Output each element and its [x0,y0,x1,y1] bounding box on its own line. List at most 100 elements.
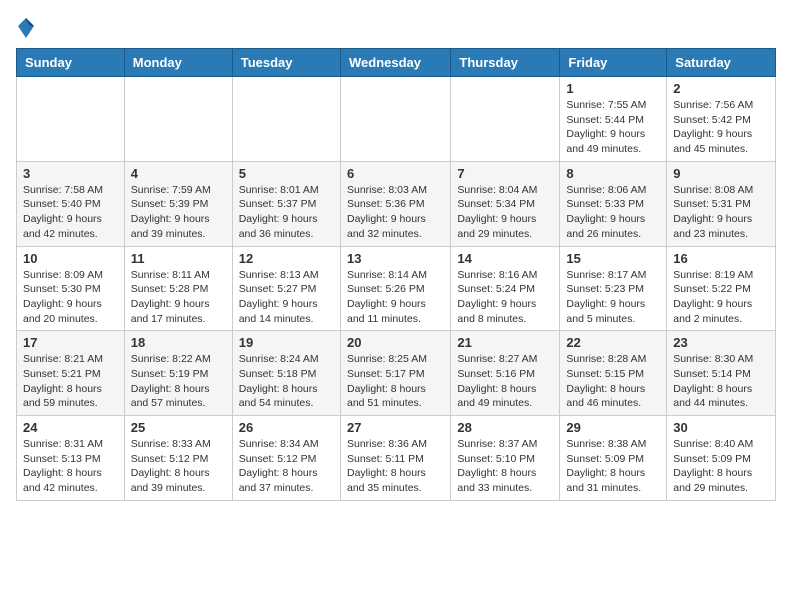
day-info: Sunrise: 7:55 AM Sunset: 5:44 PM Dayligh… [566,98,660,157]
day-number: 12 [239,251,334,266]
calendar-day-cell: 7 Sunrise: 8:04 AM Sunset: 5:34 PM Daylig… [451,161,560,246]
calendar-day-cell: 15Sunrise: 8:17 AM Sunset: 5:23 PM Dayli… [560,246,667,331]
day-info: Sunrise: 8:31 AM Sunset: 5:13 PM Dayligh… [23,437,118,496]
day-number: 2 [673,81,769,96]
calendar-day-cell [17,77,125,162]
day-info: Sunrise: 8:33 AM Sunset: 5:12 PM Dayligh… [131,437,226,496]
day-info: Sunrise: 8:04 AM Sunset: 5:34 PM Dayligh… [457,183,553,242]
calendar-day-cell: 16Sunrise: 8:19 AM Sunset: 5:22 PM Dayli… [667,246,776,331]
calendar-day-cell: 21 Sunrise: 8:27 AM Sunset: 5:16 PM Dayli… [451,331,560,416]
calendar-day-cell: 24Sunrise: 8:31 AM Sunset: 5:13 PM Dayli… [17,416,125,501]
day-number: 13 [347,251,444,266]
day-number: 25 [131,420,226,435]
day-number: 7 [457,166,553,181]
calendar-day-cell: 25 Sunrise: 8:33 AM Sunset: 5:12 PM Dayli… [124,416,232,501]
day-info: Sunrise: 8:08 AM Sunset: 5:31 PM Dayligh… [673,183,769,242]
day-info: Sunrise: 8:38 AM Sunset: 5:09 PM Dayligh… [566,437,660,496]
day-number: 23 [673,335,769,350]
day-number: 19 [239,335,334,350]
day-info: Sunrise: 8:11 AM Sunset: 5:28 PM Dayligh… [131,268,226,327]
calendar-day-cell: 3Sunrise: 7:58 AM Sunset: 5:40 PM Daylig… [17,161,125,246]
day-number: 6 [347,166,444,181]
calendar-day-cell: 28 Sunrise: 8:37 AM Sunset: 5:10 PM Dayli… [451,416,560,501]
day-info: Sunrise: 7:56 AM Sunset: 5:42 PM Dayligh… [673,98,769,157]
day-info: Sunrise: 8:28 AM Sunset: 5:15 PM Dayligh… [566,352,660,411]
day-info: Sunrise: 8:30 AM Sunset: 5:14 PM Dayligh… [673,352,769,411]
day-info: Sunrise: 8:40 AM Sunset: 5:09 PM Dayligh… [673,437,769,496]
day-number: 17 [23,335,118,350]
calendar-day-cell: 27 Sunrise: 8:36 AM Sunset: 5:11 PM Dayli… [340,416,450,501]
calendar-day-header: Monday [124,49,232,77]
day-number: 11 [131,251,226,266]
day-info: Sunrise: 7:58 AM Sunset: 5:40 PM Dayligh… [23,183,118,242]
day-info: Sunrise: 8:22 AM Sunset: 5:19 PM Dayligh… [131,352,226,411]
day-number: 30 [673,420,769,435]
day-info: Sunrise: 8:34 AM Sunset: 5:12 PM Dayligh… [239,437,334,496]
day-number: 4 [131,166,226,181]
calendar-day-header: Friday [560,49,667,77]
header [16,16,776,40]
day-info: Sunrise: 8:13 AM Sunset: 5:27 PM Dayligh… [239,268,334,327]
day-number: 10 [23,251,118,266]
day-number: 9 [673,166,769,181]
calendar-day-cell [124,77,232,162]
calendar-week-row: 10 Sunrise: 8:09 AM Sunset: 5:30 PM Dayli… [17,246,776,331]
calendar-day-cell: 18Sunrise: 8:22 AM Sunset: 5:19 PM Dayli… [124,331,232,416]
day-info: Sunrise: 8:24 AM Sunset: 5:18 PM Dayligh… [239,352,334,411]
calendar-day-cell: 8Sunrise: 8:06 AM Sunset: 5:33 PM Daylig… [560,161,667,246]
calendar-table: SundayMondayTuesdayWednesdayThursdayFrid… [16,48,776,501]
calendar-day-cell: 22Sunrise: 8:28 AM Sunset: 5:15 PM Dayli… [560,331,667,416]
calendar-day-cell: 6Sunrise: 8:03 AM Sunset: 5:36 PM Daylig… [340,161,450,246]
day-number: 16 [673,251,769,266]
calendar-day-cell: 4 Sunrise: 7:59 AM Sunset: 5:39 PM Daylig… [124,161,232,246]
day-number: 27 [347,420,444,435]
day-info: Sunrise: 8:25 AM Sunset: 5:17 PM Dayligh… [347,352,444,411]
calendar-day-cell: 13 Sunrise: 8:14 AM Sunset: 5:26 PM Dayli… [340,246,450,331]
calendar-week-row: 17Sunrise: 8:21 AM Sunset: 5:21 PM Dayli… [17,331,776,416]
day-info: Sunrise: 8:16 AM Sunset: 5:24 PM Dayligh… [457,268,553,327]
calendar-day-cell: 10 Sunrise: 8:09 AM Sunset: 5:30 PM Dayli… [17,246,125,331]
calendar-day-cell: 5 Sunrise: 8:01 AM Sunset: 5:37 PM Daylig… [232,161,340,246]
day-info: Sunrise: 8:37 AM Sunset: 5:10 PM Dayligh… [457,437,553,496]
day-number: 21 [457,335,553,350]
calendar-day-cell: 9 Sunrise: 8:08 AM Sunset: 5:31 PM Daylig… [667,161,776,246]
day-info: Sunrise: 7:59 AM Sunset: 5:39 PM Dayligh… [131,183,226,242]
day-number: 15 [566,251,660,266]
calendar-week-row: 24Sunrise: 8:31 AM Sunset: 5:13 PM Dayli… [17,416,776,501]
calendar-day-cell: 2 Sunrise: 7:56 AM Sunset: 5:42 PM Daylig… [667,77,776,162]
calendar-body: 1Sunrise: 7:55 AM Sunset: 5:44 PM Daylig… [17,77,776,501]
logo-icon [16,16,36,40]
day-info: Sunrise: 8:01 AM Sunset: 5:37 PM Dayligh… [239,183,334,242]
calendar-day-header: Wednesday [340,49,450,77]
calendar-day-cell [232,77,340,162]
calendar-day-cell [340,77,450,162]
calendar-day-cell: 17Sunrise: 8:21 AM Sunset: 5:21 PM Dayli… [17,331,125,416]
day-number: 28 [457,420,553,435]
day-number: 20 [347,335,444,350]
calendar-week-row: 3Sunrise: 7:58 AM Sunset: 5:40 PM Daylig… [17,161,776,246]
calendar-day-cell: 23 Sunrise: 8:30 AM Sunset: 5:14 PM Dayli… [667,331,776,416]
day-info: Sunrise: 8:27 AM Sunset: 5:16 PM Dayligh… [457,352,553,411]
day-info: Sunrise: 8:14 AM Sunset: 5:26 PM Dayligh… [347,268,444,327]
day-info: Sunrise: 8:36 AM Sunset: 5:11 PM Dayligh… [347,437,444,496]
day-number: 5 [239,166,334,181]
day-number: 26 [239,420,334,435]
logo [16,16,40,40]
calendar-day-cell: 30 Sunrise: 8:40 AM Sunset: 5:09 PM Dayli… [667,416,776,501]
calendar-day-header: Thursday [451,49,560,77]
calendar-day-cell: 26 Sunrise: 8:34 AM Sunset: 5:12 PM Dayli… [232,416,340,501]
calendar-day-cell: 20 Sunrise: 8:25 AM Sunset: 5:17 PM Dayli… [340,331,450,416]
calendar-week-row: 1Sunrise: 7:55 AM Sunset: 5:44 PM Daylig… [17,77,776,162]
calendar-day-cell: 12 Sunrise: 8:13 AM Sunset: 5:27 PM Dayli… [232,246,340,331]
day-info: Sunrise: 8:09 AM Sunset: 5:30 PM Dayligh… [23,268,118,327]
calendar-header-row: SundayMondayTuesdayWednesdayThursdayFrid… [17,49,776,77]
calendar-day-cell: 14Sunrise: 8:16 AM Sunset: 5:24 PM Dayli… [451,246,560,331]
day-number: 8 [566,166,660,181]
calendar-day-cell: 19 Sunrise: 8:24 AM Sunset: 5:18 PM Dayli… [232,331,340,416]
calendar-day-cell [451,77,560,162]
calendar-day-header: Sunday [17,49,125,77]
calendar-day-cell: 1Sunrise: 7:55 AM Sunset: 5:44 PM Daylig… [560,77,667,162]
calendar-day-header: Tuesday [232,49,340,77]
calendar-day-header: Saturday [667,49,776,77]
day-number: 29 [566,420,660,435]
